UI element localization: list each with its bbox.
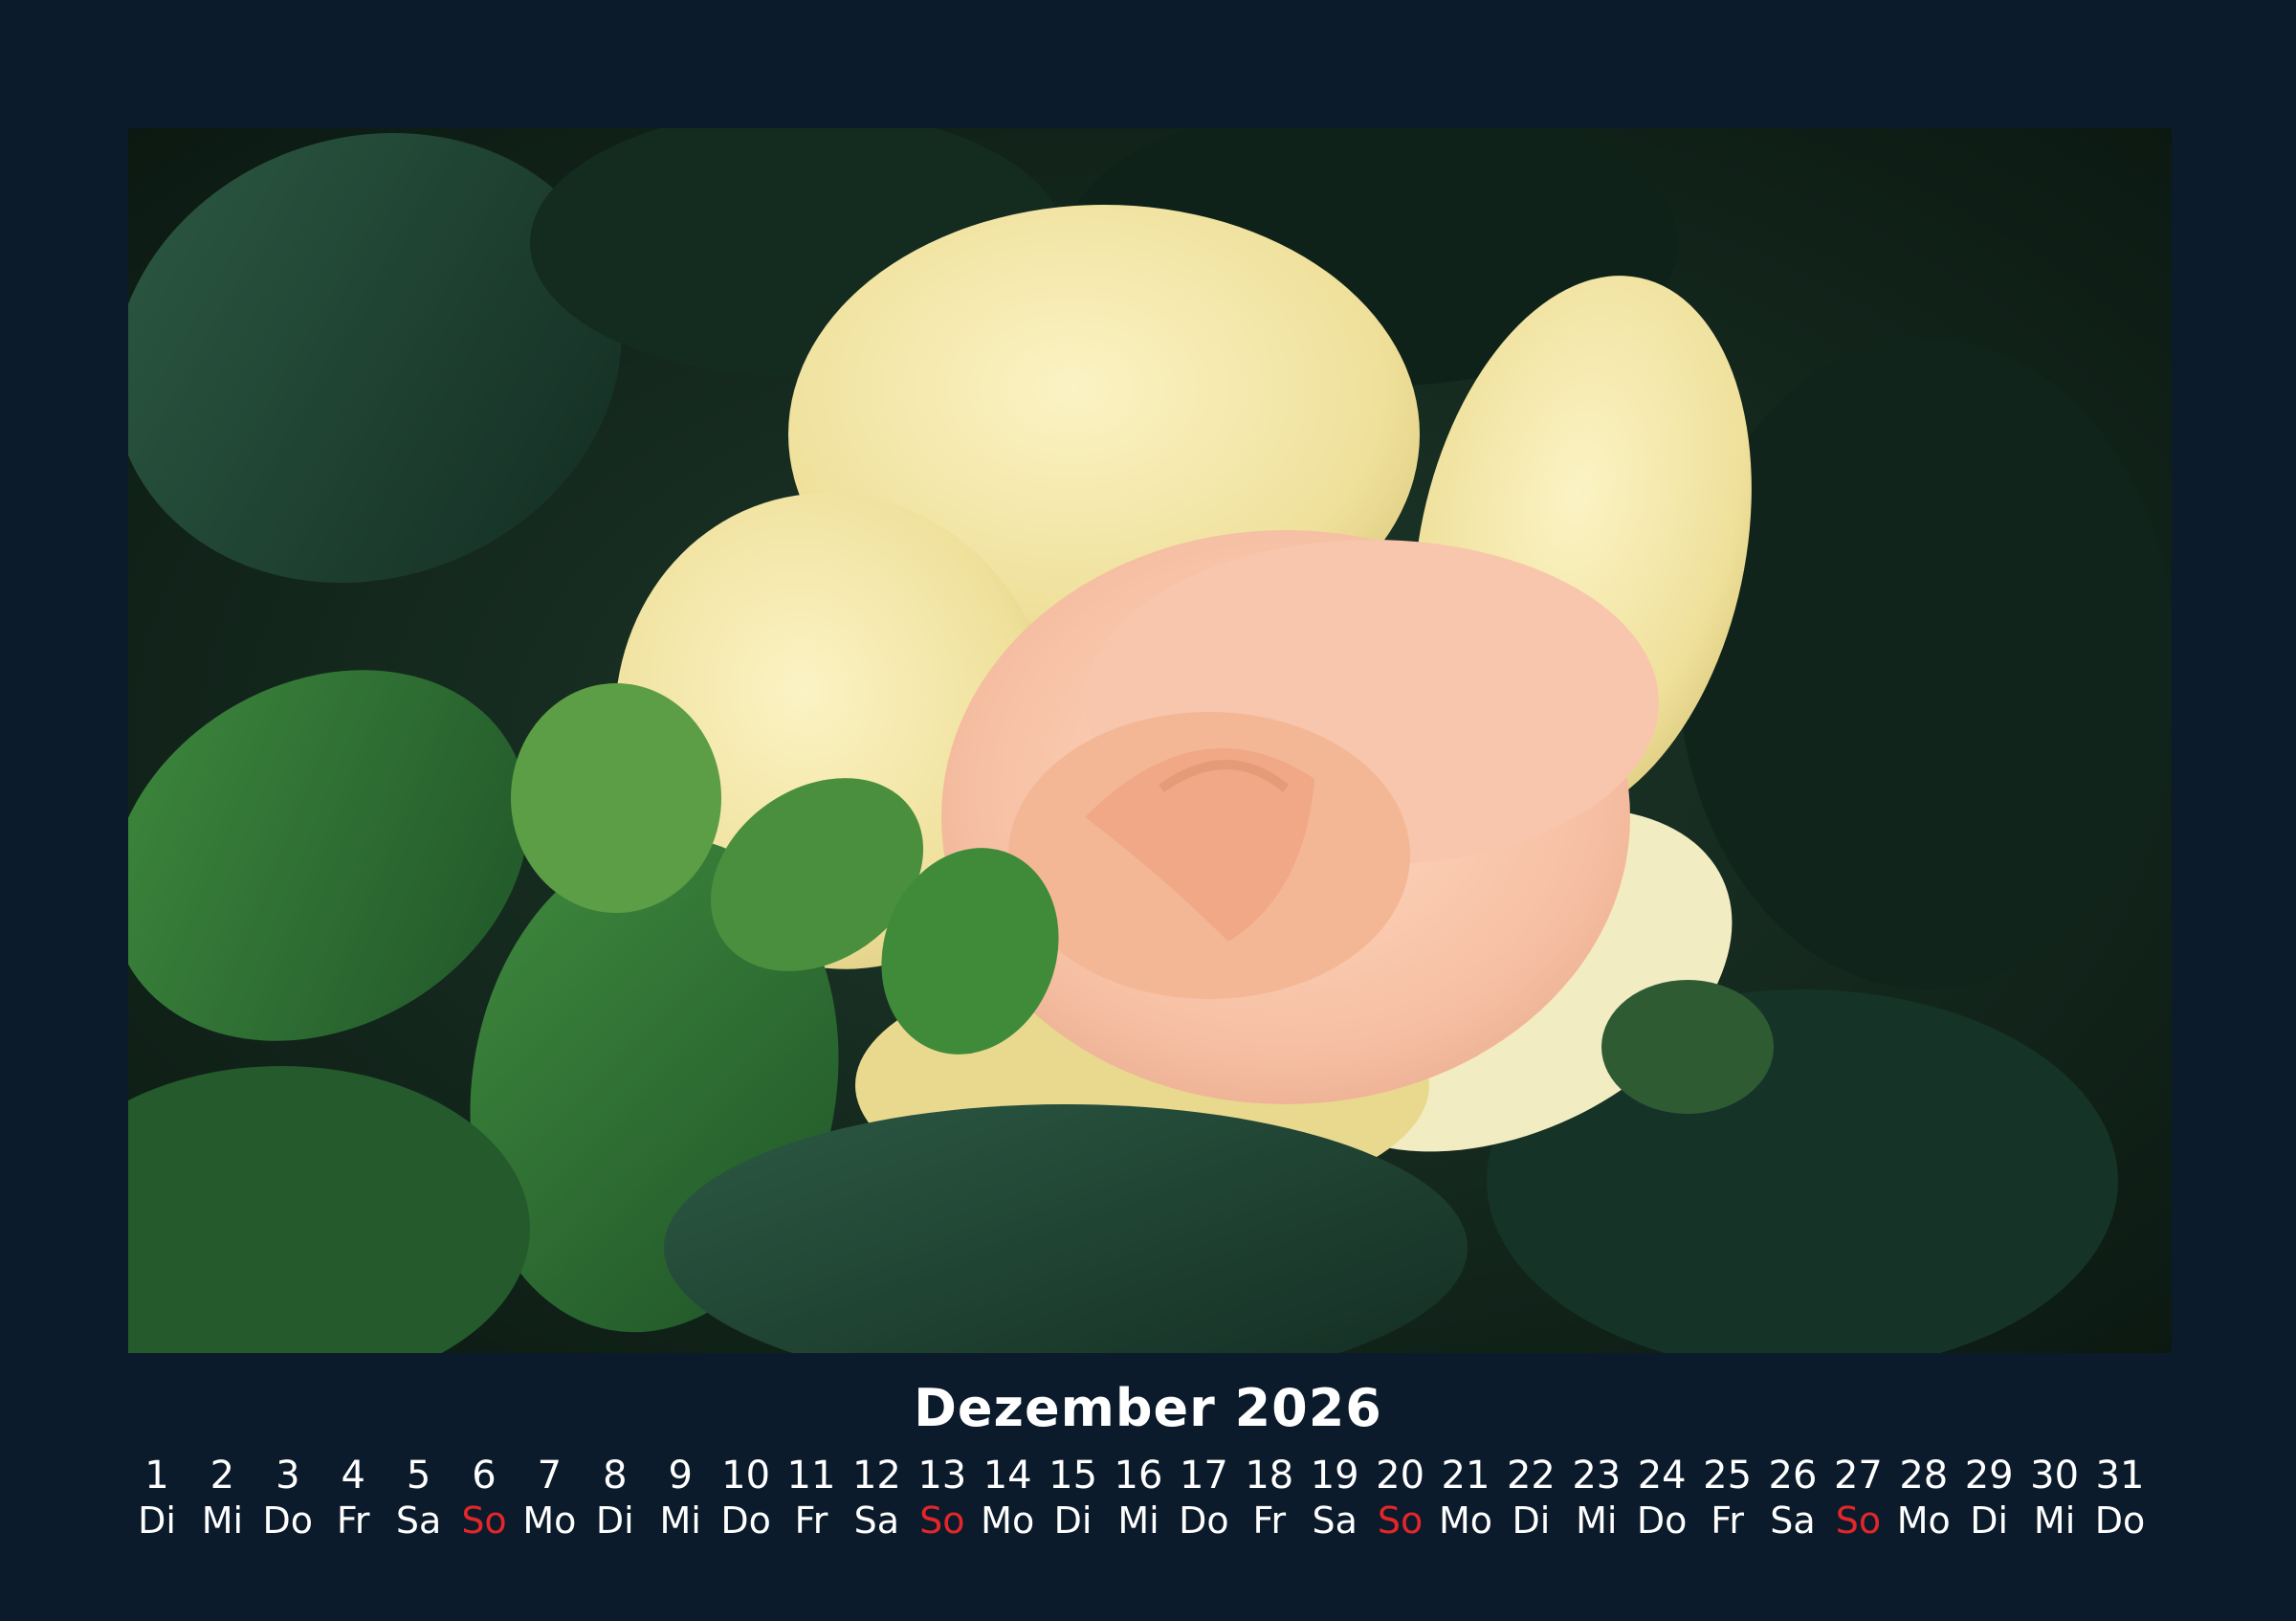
day-number: 24	[1637, 1454, 1687, 1498]
calendar-day: 1 Di	[124, 1453, 189, 1543]
weekday-label: Fr	[1711, 1499, 1744, 1542]
day-number: 13	[917, 1454, 967, 1498]
weekday-label: Do	[1179, 1499, 1229, 1542]
calendar-day: 4 Fr	[320, 1453, 386, 1543]
calendar-day: 2 Mi	[189, 1453, 254, 1543]
calendar-day: 9 Mi	[648, 1453, 713, 1543]
weekday-label: Do	[2094, 1499, 2146, 1542]
day-number: 22	[1506, 1454, 1556, 1498]
calendar-day: 22 Di	[1498, 1453, 1563, 1543]
rose-photo	[128, 128, 2172, 1353]
weekday-label: Sa	[395, 1499, 442, 1542]
calendar-day: 11 Fr	[779, 1453, 844, 1543]
weekday-label: Fr	[794, 1499, 828, 1542]
day-number: 3	[276, 1454, 300, 1498]
weekday-label: Sa	[1770, 1499, 1816, 1542]
day-number: 23	[1572, 1454, 1622, 1498]
day-number: 28	[1899, 1454, 1949, 1498]
weekday-label: Di	[138, 1499, 176, 1542]
day-number: 27	[1833, 1454, 1883, 1498]
day-number: 4	[341, 1454, 365, 1498]
weekday-label: Di	[1512, 1499, 1551, 1542]
calendar-day-sunday: 13 So	[910, 1453, 975, 1543]
day-number: 16	[1114, 1454, 1163, 1498]
calendar-day: 10 Do	[714, 1453, 779, 1543]
day-number: 18	[1245, 1454, 1294, 1498]
calendar-day: 14 Mo	[975, 1453, 1040, 1543]
weekday-label: Mi	[1576, 1499, 1618, 1542]
weekday-label: Do	[720, 1499, 771, 1542]
weekday-label: Mo	[1896, 1499, 1951, 1542]
calendar-day: 28 Mo	[1891, 1453, 1956, 1543]
calendar-day: 25 Fr	[1695, 1453, 1760, 1543]
calendar-day: 24 Do	[1629, 1453, 1694, 1543]
month-title: Dezember 2026	[914, 1378, 1382, 1438]
weekday-label: Mo	[981, 1499, 1035, 1542]
calendar-day: 31 Do	[2087, 1453, 2152, 1543]
calendar-day: 12 Sa	[844, 1453, 909, 1543]
day-number: 15	[1049, 1454, 1098, 1498]
day-number: 1	[144, 1454, 169, 1498]
calendar-day-sunday: 6 So	[452, 1453, 517, 1543]
day-number: 8	[603, 1454, 628, 1498]
calendar-day: 7 Mo	[517, 1453, 582, 1543]
weekday-label: Do	[262, 1499, 314, 1542]
weekday-label: So	[461, 1499, 507, 1542]
weekday-label: Di	[1970, 1499, 2009, 1542]
calendar-day: 17 Do	[1171, 1453, 1236, 1543]
day-number: 21	[1441, 1454, 1490, 1498]
weekday-label: So	[1835, 1499, 1882, 1542]
weekday-label: Di	[1053, 1499, 1093, 1542]
calendar-day: 29 Di	[1956, 1453, 2021, 1543]
weekday-label: Sa	[853, 1499, 900, 1542]
calendar-page: Dezember 2026 1 Di 2 Mi 3 Do 4 Fr 5 Sa 6 So 7 Mo 8 Di 9 M…	[0, 0, 2296, 1621]
day-number: 29	[1964, 1454, 2014, 1498]
weekday-label: Mi	[2033, 1499, 2076, 1542]
day-number: 20	[1376, 1454, 1425, 1498]
calendar-day: 3 Do	[255, 1453, 320, 1543]
calendar-day: 23 Mi	[1564, 1453, 1629, 1543]
weekday-label: Fr	[336, 1499, 370, 1542]
calendar-day: 5 Sa	[386, 1453, 452, 1543]
weekday-label: Mo	[522, 1499, 577, 1542]
day-strip: 1 Di 2 Mi 3 Do 4 Fr 5 Sa 6 So 7 Mo 8 Di 9 Mi 10 Do 11 Fr 12 Sa 1…	[124, 1453, 2152, 1548]
calendar-day-sunday: 27 So	[1825, 1453, 1890, 1543]
weekday-label: Mi	[1117, 1499, 1159, 1542]
calendar-day: 15 Di	[1041, 1453, 1106, 1543]
weekday-label: Mi	[201, 1499, 244, 1542]
day-number: 5	[406, 1454, 431, 1498]
day-number: 9	[668, 1454, 693, 1498]
day-number: 31	[2095, 1454, 2145, 1498]
calendar-day: 18 Fr	[1237, 1453, 1302, 1543]
day-number: 7	[537, 1454, 563, 1498]
calendar-day: 16 Mi	[1106, 1453, 1171, 1543]
day-number: 12	[851, 1454, 901, 1498]
weekday-label: Mi	[659, 1499, 701, 1542]
day-number: 30	[2030, 1454, 2080, 1498]
weekday-label: Di	[595, 1499, 634, 1542]
weekday-label: Do	[1636, 1499, 1688, 1542]
calendar-day-sunday: 20 So	[1368, 1453, 1433, 1543]
day-number: 10	[721, 1454, 771, 1498]
weekday-label: So	[919, 1499, 965, 1542]
day-number: 25	[1703, 1454, 1753, 1498]
calendar-day: 21 Mo	[1433, 1453, 1498, 1543]
calendar-day: 19 Sa	[1302, 1453, 1367, 1543]
rose-illustration	[128, 128, 2172, 1353]
day-number: 17	[1179, 1454, 1228, 1498]
day-number: 2	[210, 1454, 235, 1498]
day-number: 6	[472, 1454, 497, 1498]
calendar-day: 30 Mi	[2022, 1453, 2087, 1543]
calendar-day: 26 Sa	[1760, 1453, 1825, 1543]
calendar-day: 8 Di	[583, 1453, 648, 1543]
day-number: 26	[1768, 1454, 1818, 1498]
day-number: 19	[1310, 1454, 1359, 1498]
weekday-label: Fr	[1252, 1499, 1287, 1542]
day-number: 11	[786, 1454, 836, 1498]
day-number: 14	[982, 1454, 1032, 1498]
weekday-label: Mo	[1438, 1499, 1493, 1542]
weekday-label: So	[1377, 1499, 1424, 1542]
weekday-label: Sa	[1312, 1499, 1358, 1542]
